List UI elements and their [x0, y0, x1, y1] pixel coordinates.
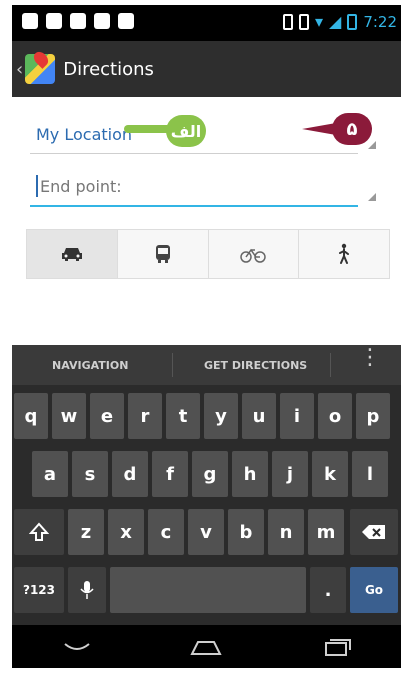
end-point-placeholder: End point: [40, 177, 122, 196]
voice-input-key[interactable] [68, 567, 106, 613]
mode-walk[interactable] [299, 230, 389, 278]
keyboard-hide-icon[interactable] [59, 638, 95, 656]
travel-mode-tabs [26, 229, 390, 279]
wifi-icon: ▾ [314, 12, 323, 31]
key-z[interactable]: z [68, 509, 104, 555]
suggestion-get-directions[interactable]: GET DIRECTIONS [204, 359, 307, 372]
maps-icon[interactable] [25, 54, 56, 84]
recent-apps-icon[interactable] [318, 638, 354, 656]
notification-icons [22, 13, 134, 29]
key-g[interactable]: g [192, 451, 228, 497]
key-p[interactable]: p [356, 393, 390, 439]
annotation-green-pointer [124, 125, 172, 133]
key-f[interactable]: f [152, 451, 188, 497]
image-icon [94, 13, 110, 29]
key-u[interactable]: u [242, 393, 276, 439]
suggestion-strip: NAVIGATION GET DIRECTIONS ⋮ [12, 345, 401, 385]
status-time: 7:22 [363, 12, 397, 31]
key-a[interactable]: a [32, 451, 68, 497]
key-t[interactable]: t [166, 393, 200, 439]
key-l[interactable]: l [352, 451, 388, 497]
key-h[interactable]: h [232, 451, 268, 497]
system-icons: ▾ ◢ 7:22 [282, 12, 397, 31]
key-r[interactable]: r [128, 393, 162, 439]
key-q[interactable]: q [14, 393, 48, 439]
status-bar: ▾ ◢ 7:22 [12, 5, 401, 41]
key-w[interactable]: w [52, 393, 86, 439]
key-period[interactable]: . [310, 567, 346, 613]
key-n[interactable]: n [268, 509, 304, 555]
key-d[interactable]: d [112, 451, 148, 497]
key-j[interactable]: j [272, 451, 308, 497]
annotation-green-label: الف [166, 115, 206, 147]
symbols-key[interactable]: ?123 [14, 567, 64, 613]
start-point-value: My Location [36, 125, 133, 144]
key-b[interactable]: b [228, 509, 264, 555]
space-bar[interactable] [110, 567, 306, 613]
phone-screen: ▾ ◢ 7:22 ‹ Directions My Location الف ۵ … [12, 5, 401, 668]
shift-key[interactable] [14, 509, 64, 555]
home-icon[interactable] [188, 638, 224, 656]
backspace-icon [362, 525, 385, 539]
microphone-icon [80, 581, 94, 599]
bike-icon [240, 248, 267, 263]
check-icon [70, 13, 86, 29]
bus-icon [155, 245, 170, 263]
suggestion-navigation[interactable]: NAVIGATION [52, 359, 128, 372]
sync-icon [22, 13, 38, 29]
phone-icon [298, 13, 309, 30]
start-corner-indicator [368, 141, 376, 149]
more-suggestions-icon[interactable]: ⋮ [359, 347, 381, 369]
vibrate-icon [282, 13, 293, 30]
directions-form: My Location الف ۵ End point: [12, 97, 401, 345]
key-e[interactable]: e [90, 393, 124, 439]
message-icon [46, 13, 62, 29]
backspace-key[interactable] [350, 509, 398, 555]
mode-bike[interactable] [209, 230, 300, 278]
annotation-red-pointer [302, 123, 336, 135]
key-c[interactable]: c [148, 509, 184, 555]
battery-icon [347, 13, 358, 30]
key-v[interactable]: v [188, 509, 224, 555]
key-i[interactable]: i [280, 393, 314, 439]
key-o[interactable]: o [318, 393, 352, 439]
gamepad-icon [118, 13, 134, 29]
mode-car[interactable] [27, 230, 118, 278]
key-k[interactable]: k [312, 451, 348, 497]
walk-icon [339, 243, 350, 264]
suggestion-divider [172, 353, 173, 377]
back-icon[interactable]: ‹ [16, 59, 23, 80]
end-corner-indicator [368, 193, 376, 201]
page-title: Directions [63, 58, 154, 80]
end-point-field[interactable]: End point: [30, 169, 376, 207]
shift-icon [29, 522, 49, 541]
car-icon [61, 248, 82, 261]
annotation-red-label: ۵ [332, 113, 372, 145]
action-bar: ‹ Directions [12, 41, 401, 97]
key-x[interactable]: x [108, 509, 144, 555]
suggestion-divider [330, 353, 331, 377]
system-nav-bar [12, 625, 401, 668]
signal-icon: ◢ [329, 12, 342, 31]
key-y[interactable]: y [204, 393, 238, 439]
go-key[interactable]: Go [350, 567, 398, 613]
text-cursor [36, 175, 38, 197]
key-s[interactable]: s [72, 451, 108, 497]
mode-transit[interactable] [118, 230, 209, 278]
key-m[interactable]: m [308, 509, 344, 555]
